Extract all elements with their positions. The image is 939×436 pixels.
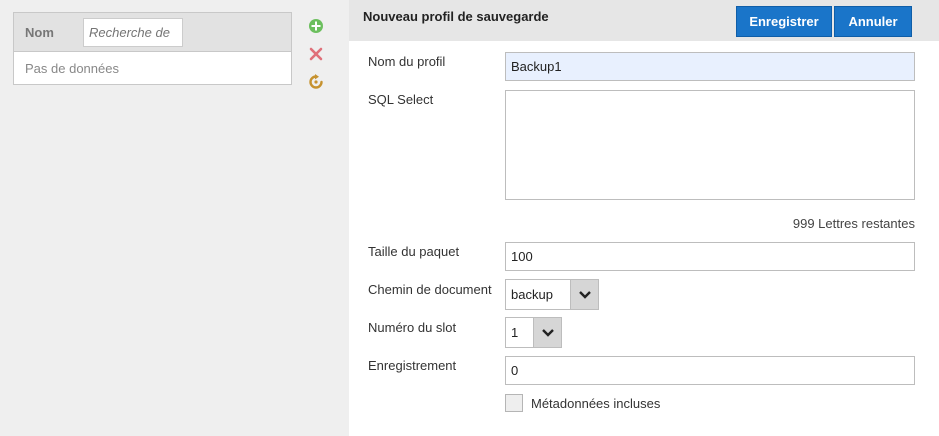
- doc-path-label: Chemin de document: [368, 282, 492, 297]
- record-input[interactable]: [505, 356, 915, 385]
- cancel-button[interactable]: Annuler: [834, 6, 912, 37]
- search-input[interactable]: [83, 18, 183, 47]
- sql-select-label: SQL Select: [368, 92, 434, 107]
- chevron-down-icon[interactable]: [570, 280, 598, 309]
- doc-path-select[interactable]: backup: [505, 279, 599, 310]
- plus-circle-icon: [309, 19, 323, 33]
- add-profile-button[interactable]: [306, 16, 326, 36]
- form-header: Nouveau profil de sauvegarde Enregistrer…: [349, 0, 939, 41]
- save-button[interactable]: Enregistrer: [736, 6, 832, 37]
- packet-size-input[interactable]: [505, 242, 915, 271]
- packet-size-label: Taille du paquet: [368, 244, 460, 259]
- form-title: Nouveau profil de sauvegarde: [363, 9, 549, 24]
- list-header: Nom: [14, 13, 291, 52]
- remaining-chars-text: 999 Lettres restantes: [792, 216, 915, 231]
- slot-number-value: 1: [511, 325, 519, 340]
- slot-number-label: Numéro du slot: [368, 320, 457, 335]
- empty-list-message: Pas de données: [25, 61, 119, 76]
- profile-name-input[interactable]: [505, 52, 915, 81]
- profile-form-panel: Nouveau profil de sauvegarde Enregistrer…: [349, 0, 939, 436]
- list-toolbar: [306, 16, 328, 100]
- slot-number-select[interactable]: 1: [505, 317, 562, 348]
- profile-list-panel: Nom Pas de données: [0, 0, 349, 436]
- metadata-checkbox[interactable]: [505, 394, 523, 412]
- sql-select-textarea[interactable]: [505, 90, 915, 200]
- profile-list: Nom Pas de données: [13, 12, 292, 85]
- metadata-checkbox-label: Métadonnées incluses: [531, 395, 661, 411]
- profile-name-label: Nom du profil: [368, 54, 446, 69]
- close-icon: [309, 47, 323, 61]
- refresh-icon: [309, 74, 323, 89]
- delete-profile-button[interactable]: [306, 44, 326, 64]
- chevron-down-icon[interactable]: [533, 318, 561, 347]
- metadata-checkbox-row[interactable]: Métadonnées incluses: [505, 394, 660, 412]
- refresh-button[interactable]: [306, 72, 326, 92]
- doc-path-value: backup: [511, 287, 553, 302]
- column-header-name[interactable]: Nom: [25, 25, 54, 40]
- record-label: Enregistrement: [368, 358, 457, 373]
